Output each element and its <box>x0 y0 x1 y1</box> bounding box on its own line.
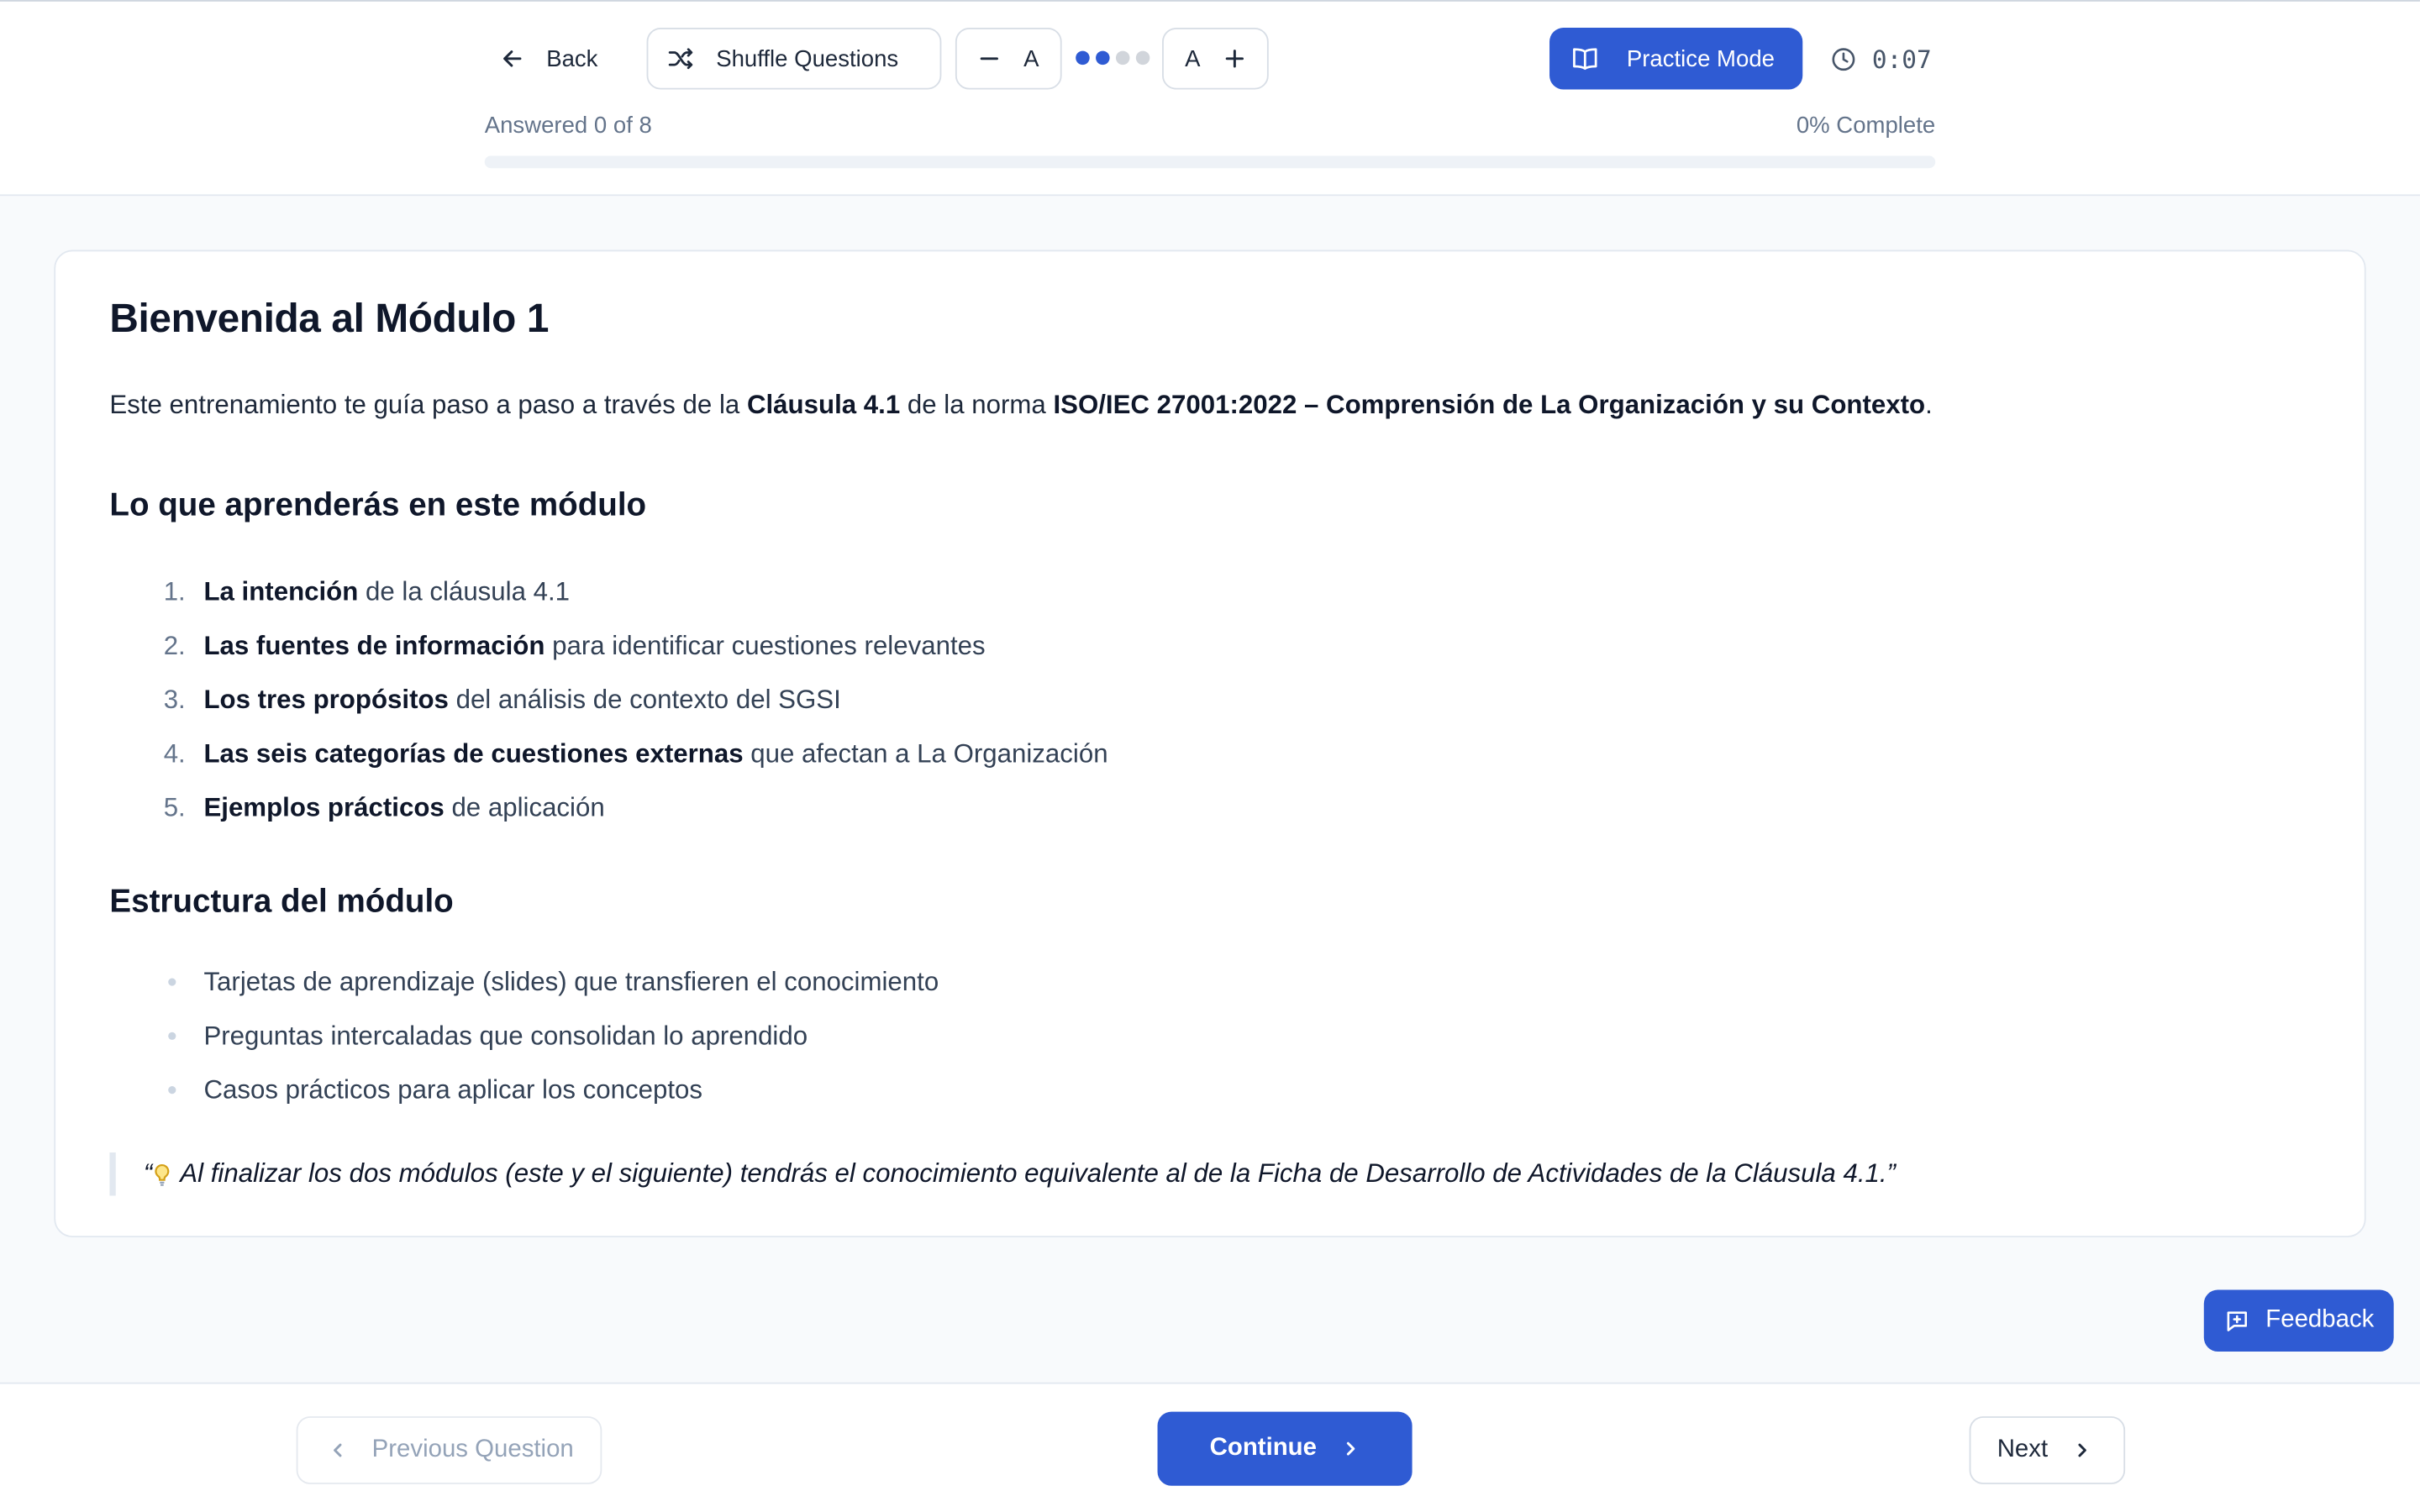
list-item-text: de aplicación <box>444 792 605 822</box>
font-size-dot <box>1096 50 1110 66</box>
content-card: Bienvenida al Módulo 1 Este entrenamient… <box>54 249 2366 1238</box>
answered-count: Answered 0 of 8 <box>484 113 652 139</box>
previous-question-button[interactable]: Previous Question <box>296 1416 602 1484</box>
progress-bar <box>484 155 1936 169</box>
list-item-text: del análisis de contexto del SGSI <box>448 684 841 714</box>
continue-label: Continue <box>1209 1435 1317 1462</box>
shuffle-questions-button[interactable]: Shuffle Questions <box>646 28 942 90</box>
learn-list: 1. La intención de la cláusula 4.1 2. Las f… <box>164 564 1108 834</box>
bottom-navigation: Previous Question Continue Next <box>0 1382 2420 1512</box>
font-size-dot <box>1135 50 1150 66</box>
lightbulb-icon <box>152 1163 171 1186</box>
shuffle-label: Shuffle Questions <box>716 45 899 72</box>
closing-quote: “ Al finalizar los dos módulos (este y e… <box>109 1152 1896 1196</box>
feedback-label: Feedback <box>2265 1306 2375 1333</box>
next-label: Next <box>1996 1436 2049 1463</box>
chevron-left-icon <box>329 1441 347 1459</box>
minus-icon <box>978 48 1000 70</box>
feedback-button[interactable]: Feedback <box>2203 1289 2394 1352</box>
list-item-bold: Las fuentes de información <box>203 630 545 660</box>
list-item: 3. Los tres propósitos del análisis de co… <box>164 673 1108 727</box>
learn-heading: Lo que aprenderás en este módulo <box>109 487 647 523</box>
structure-list: Tarjetas de aprendizaje (slides) que tra… <box>164 955 939 1117</box>
list-item-bold: Ejemplos prácticos <box>203 792 445 822</box>
practice-mode-label: Practice Mode <box>1626 45 1775 72</box>
quote-close-mark: ” <box>1886 1158 1896 1189</box>
list-item-text: que afectan a La Organización <box>743 738 1108 768</box>
next-button[interactable]: Next <box>1969 1416 2126 1484</box>
list-item-number: 2. <box>163 630 186 660</box>
increase-font-glyph: A <box>1185 45 1201 72</box>
timer-value: 0:07 <box>1871 44 1932 74</box>
list-item-text: Casos prácticos para aplicar los concept… <box>203 1074 703 1105</box>
list-item-text: Tarjetas de aprendizaje (slides) que tra… <box>203 966 939 996</box>
list-item-number: 3. <box>163 684 186 714</box>
list-item-number: 5. <box>163 792 186 822</box>
list-item-number: 1. <box>163 576 186 606</box>
bullet-dot <box>164 978 204 986</box>
list-item-number: 4. <box>163 738 186 768</box>
progress-meta: Answered 0 of 8 0% Complete <box>485 113 1935 139</box>
decrease-font-glyph: A <box>1023 45 1039 72</box>
list-item: 2. Las fuentes de información para identi… <box>164 619 1108 673</box>
message-square-icon <box>2224 1308 2250 1334</box>
chevron-right-icon <box>1341 1440 1360 1458</box>
list-item-bold: Los tres propósitos <box>203 684 449 714</box>
page-title: Bienvenida al Módulo 1 <box>109 294 550 341</box>
quote-text: Al finalizar los dos módulos (este y el … <box>180 1158 1887 1189</box>
chevron-right-icon <box>2073 1441 2091 1459</box>
toolbar: Back Shuffle Questions A A Practice Mode… <box>485 28 1935 90</box>
font-size-indicator <box>1076 50 1150 66</box>
quote-open-mark: “ <box>143 1158 153 1189</box>
continue-button[interactable]: Continue <box>1157 1411 1413 1486</box>
list-item-text: para identificar cuestiones relevantes <box>544 630 986 660</box>
list-item-text: Preguntas intercaladas que consolidan lo… <box>203 1020 808 1050</box>
structure-heading: Estructura del módulo <box>109 884 454 920</box>
list-item-bold: La intención <box>203 576 359 606</box>
back-button[interactable]: Back <box>500 28 597 89</box>
clock-icon <box>1830 45 1856 71</box>
intro-text: . <box>1925 390 1933 420</box>
list-item: Casos prácticos para aplicar los concept… <box>164 1063 939 1116</box>
percent-complete: 0% Complete <box>1796 113 1936 139</box>
decrease-font-button[interactable]: A <box>955 28 1062 90</box>
list-item-bold: Las seis categorías de cuestiones extern… <box>203 738 744 768</box>
list-item: 1. La intención de la cláusula 4.1 <box>164 564 1108 618</box>
intro-bold-text: ISO/IEC 27001:2022 – Comprensión de La O… <box>1053 390 1926 420</box>
font-size-dot <box>1115 50 1130 66</box>
previous-question-label: Previous Question <box>371 1436 574 1463</box>
list-item-text: de la cláusula 4.1 <box>358 576 571 606</box>
top-header: Back Shuffle Questions A A Practice Mode… <box>0 0 2420 197</box>
back-label: Back <box>546 45 598 72</box>
book-open-icon <box>1571 45 1599 72</box>
practice-mode-button[interactable]: Practice Mode <box>1549 28 1803 90</box>
shuffle-icon <box>666 45 694 72</box>
intro-bold-text: Cláusula 4.1 <box>746 390 901 420</box>
list-item: Tarjetas de aprendizaje (slides) que tra… <box>164 955 939 1009</box>
plus-icon <box>1224 48 1246 70</box>
intro-paragraph: Este entrenamiento te guía paso a paso a… <box>109 391 1932 422</box>
bullet-dot <box>164 1032 204 1040</box>
list-item: 5. Ejemplos prácticos de aplicación <box>164 780 1108 834</box>
bullet-dot <box>164 1086 204 1095</box>
arrow-left-icon <box>500 46 524 71</box>
intro-text: de la norma <box>900 390 1054 420</box>
list-item: 4. Las seis categorías de cuestiones exte… <box>164 727 1108 780</box>
timer: 0:07 <box>1830 28 1932 89</box>
list-item: Preguntas intercaladas que consolidan lo… <box>164 1009 939 1063</box>
font-size-dot <box>1076 50 1090 66</box>
intro-text: Este entrenamiento te guía paso a paso a… <box>109 390 747 420</box>
increase-font-button[interactable]: A <box>1162 28 1269 90</box>
